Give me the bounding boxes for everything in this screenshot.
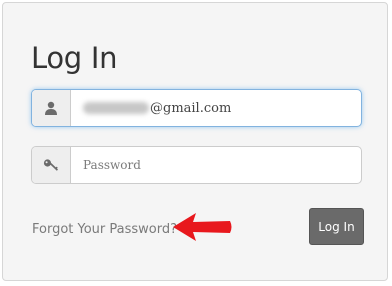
email-field[interactable]: @gmail.com [31, 89, 362, 127]
password-input[interactable]: Password [71, 147, 361, 183]
page-title: Log In [31, 41, 118, 75]
user-icon-addon [32, 90, 71, 126]
redacted-username [83, 102, 149, 114]
red-arrow-annotation [173, 213, 232, 241]
email-domain: @gmail.com [150, 100, 232, 116]
email-input[interactable]: @gmail.com [71, 90, 361, 126]
key-icon [43, 159, 58, 171]
forgot-password-link[interactable]: Forgot Your Password? [32, 222, 177, 237]
key-icon-addon [32, 147, 71, 183]
login-button[interactable]: Log In [309, 208, 364, 245]
user-icon [45, 101, 57, 115]
password-field[interactable]: Password [31, 146, 362, 184]
